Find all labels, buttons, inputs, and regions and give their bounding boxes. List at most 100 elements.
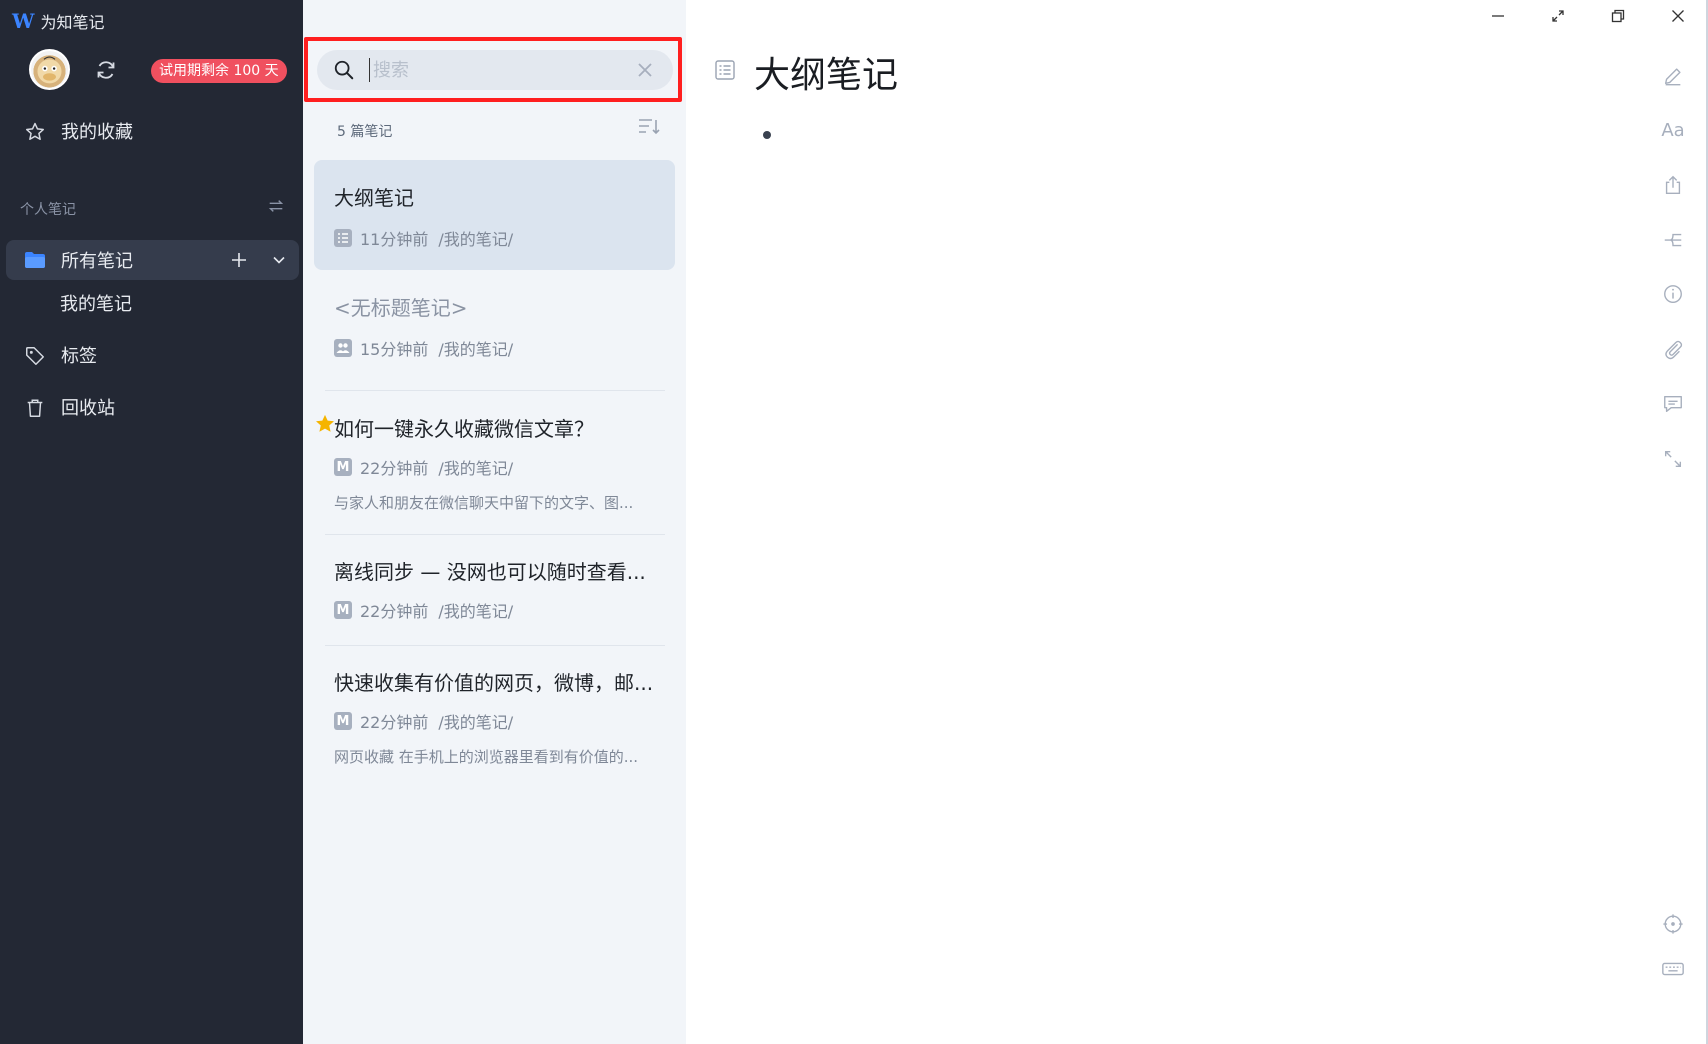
comment-button[interactable] [1660, 391, 1686, 417]
font-button[interactable]: Aa [1660, 117, 1686, 143]
paperclip-icon [1665, 340, 1683, 360]
sidebar-item-all-notes[interactable]: 所有笔记 [6, 240, 299, 280]
sidebar-item-favorites[interactable]: 我的收藏 [0, 112, 303, 150]
search-input[interactable] [369, 58, 629, 82]
list-item[interactable]: 快速收集有价值的网页，微博，邮... M 22分钟前 /我的笔记/ 网页收藏 在… [314, 646, 675, 786]
note-time: 22分钟前 [360, 459, 429, 478]
sidebar-item-my-notes[interactable]: 我的笔记 [60, 290, 132, 316]
outline-doc-icon [715, 60, 735, 80]
note-count: 5 篇笔记 [337, 124, 393, 140]
expand-icon [1552, 10, 1564, 22]
close-icon [1672, 10, 1684, 22]
collab-note-icon [334, 339, 352, 357]
brand: W 为知笔记 [12, 10, 104, 32]
sidebar-item-tags[interactable]: 标签 [0, 336, 303, 374]
sort-button[interactable] [636, 116, 662, 138]
minimize-button[interactable] [1478, 4, 1518, 28]
note-meta: 11分钟前 /我的笔记/ [334, 226, 513, 250]
keyboard-button[interactable] [1660, 956, 1686, 982]
note-path: /我的笔记/ [438, 602, 514, 621]
folder-icon [24, 249, 46, 271]
restore-icon [1611, 9, 1625, 23]
list-item[interactable]: 大纲笔记 11分钟前 /我的笔记/ [314, 160, 675, 270]
keyboard-icon [1662, 962, 1684, 976]
note-time: 22分钟前 [360, 713, 429, 732]
mindmap-icon [1664, 233, 1682, 247]
trash-icon [24, 397, 46, 419]
outline-bullet[interactable] [763, 131, 771, 139]
search-box[interactable] [317, 50, 673, 90]
sidebar-item-label: 所有笔记 [61, 251, 133, 272]
sidebar-item-label: 回收站 [61, 398, 115, 419]
collapse-arrows-icon [1664, 450, 1682, 468]
pencil-icon [1664, 68, 1681, 86]
note-meta: M 22分钟前 /我的笔记/ [334, 455, 513, 479]
expand-button[interactable] [268, 249, 290, 271]
info-button[interactable] [1660, 281, 1686, 307]
info-icon [1664, 285, 1682, 303]
comment-icon [1664, 395, 1682, 413]
note-path: /我的笔记/ [438, 340, 514, 359]
restore-button[interactable] [1598, 4, 1638, 28]
note-path: /我的笔记/ [438, 713, 514, 732]
mindmap-button[interactable] [1660, 227, 1686, 253]
note-meta: M 22分钟前 /我的笔记/ [334, 598, 513, 622]
sidebar-item-label: 我的收藏 [61, 122, 133, 143]
share-button[interactable] [1660, 172, 1686, 198]
markdown-note-icon: M [334, 601, 352, 619]
note-title: 离线同步 — 没网也可以随时查看... [334, 560, 646, 584]
trial-badge[interactable]: 试用期剩余 100 天 [151, 59, 287, 83]
app-name: 为知笔记 [40, 13, 105, 32]
switch-arrows-icon [268, 200, 284, 212]
note-path: /我的笔记/ [438, 230, 514, 249]
close-button[interactable] [1658, 4, 1698, 28]
editor-panel [686, 0, 1708, 1044]
minimize-icon [1492, 15, 1504, 17]
note-meta: 15分钟前 /我的笔记/ [334, 336, 513, 360]
markdown-note-icon: M [334, 458, 352, 476]
avatar[interactable] [29, 49, 70, 90]
font-icon: Aa [1661, 119, 1685, 141]
tag-icon [24, 345, 46, 367]
sync-icon [97, 61, 115, 79]
clear-search-button[interactable] [635, 60, 655, 80]
list-item[interactable]: 离线同步 — 没网也可以随时查看... M 22分钟前 /我的笔记/ [314, 535, 675, 645]
search-icon [334, 60, 354, 80]
add-note-button[interactable] [228, 249, 250, 271]
collapse-button[interactable] [1660, 446, 1686, 472]
markdown-note-icon: M [334, 712, 352, 730]
note-title: <无标题笔记> [334, 296, 468, 320]
section-label-personal: 个人笔记 [20, 202, 76, 218]
star-outline-icon [24, 121, 46, 143]
share-icon [1665, 175, 1681, 194]
list-item[interactable]: <无标题笔记> 15分钟前 /我的笔记/ [314, 270, 675, 390]
note-title: 大纲笔记 [334, 186, 414, 210]
list-item[interactable]: 如何一键永久收藏微信文章？ M 22分钟前 /我的笔记/ 与家人和朋友在微信聊天… [314, 391, 675, 534]
avatar-duck-icon [37, 56, 62, 84]
note-snippet: 与家人和朋友在微信聊天中留下的文字、图... [334, 494, 634, 512]
document-title[interactable]: 大纲笔记 [754, 46, 898, 98]
plus-icon [232, 253, 246, 267]
outline-note-icon [334, 229, 352, 247]
app-logo: W [12, 9, 35, 33]
star-filled-icon[interactable] [314, 413, 336, 435]
sidebar: W 为知笔记 试用期剩余 100 天 我的收藏 个人笔记 所有笔记 我的笔记 标… [0, 0, 303, 1044]
note-snippet: 网页收藏 在手机上的浏览器里看到有价值的... [334, 748, 639, 766]
fullscreen-button[interactable] [1538, 4, 1578, 28]
note-time: 22分钟前 [360, 602, 429, 621]
switch-button[interactable] [266, 196, 286, 216]
sidebar-item-label: 标签 [61, 346, 97, 367]
chevron-down-icon [273, 256, 285, 264]
sync-button[interactable] [93, 57, 119, 83]
note-time: 11分钟前 [360, 230, 429, 249]
sidebar-item-trash[interactable]: 回收站 [0, 388, 303, 426]
attachment-button[interactable] [1660, 336, 1686, 362]
note-title: 快速收集有价值的网页，微博，邮... [334, 671, 654, 695]
locate-button[interactable] [1660, 911, 1686, 937]
note-path: /我的笔记/ [438, 459, 514, 478]
sort-icon [639, 119, 660, 135]
close-icon [638, 63, 652, 77]
locate-icon [1663, 914, 1683, 934]
note-meta: M 22分钟前 /我的笔记/ [334, 709, 513, 733]
edit-button[interactable] [1660, 63, 1686, 89]
